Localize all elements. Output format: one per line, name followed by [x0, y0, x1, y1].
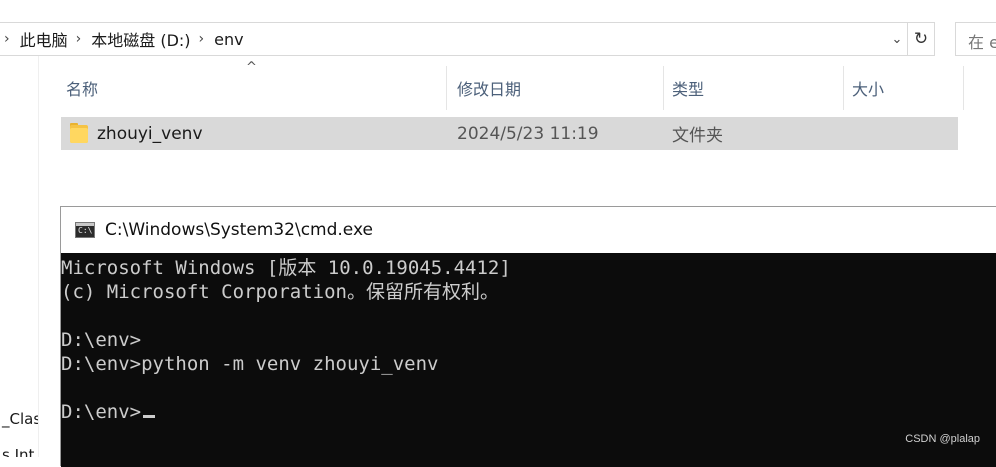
cmd-window[interactable]: C:\ C:\Windows\System32\cmd.exe Microsof…: [60, 206, 996, 467]
column-header-label: 类型: [672, 80, 705, 99]
column-headers: ^ 名称 修改日期 类型 大小: [60, 60, 965, 110]
breadcrumb-this-pc[interactable]: 此电脑: [20, 27, 68, 51]
address-bar-controls: ⌄ ↻: [887, 23, 934, 55]
console-icon[interactable]: C:\: [75, 222, 95, 238]
chevron-right-icon[interactable]: ›: [199, 31, 205, 47]
column-header-modified[interactable]: 修改日期: [451, 66, 663, 110]
file-type: 文件夹: [672, 126, 723, 146]
chevron-right-icon[interactable]: ›: [76, 31, 82, 47]
refresh-icon[interactable]: ↻: [907, 23, 934, 55]
search-input[interactable]: 在 e: [955, 22, 996, 56]
navigation-pane: _Clas s Int: [0, 56, 39, 457]
file-modified-date: 2024/5/23 11:19: [457, 123, 599, 144]
cmd-window-title: C:\Windows\System32\cmd.exe: [105, 220, 373, 240]
column-header-size[interactable]: 大小: [846, 66, 963, 110]
breadcrumb-env[interactable]: env: [214, 30, 243, 49]
file-row[interactable]: zhouyi_venv 2024/5/23 11:19 文件夹: [61, 117, 958, 150]
text-cursor: [143, 415, 156, 418]
folder-icon: [70, 123, 88, 143]
column-header-label: 修改日期: [457, 80, 522, 99]
console-line: Microsoft Windows [版本 10.0.19045.4412]: [61, 257, 511, 279]
ribbon-edge: [0, 0, 996, 23]
chevron-down-icon[interactable]: ⌄: [887, 32, 907, 47]
column-divider[interactable]: [446, 66, 447, 110]
console-prompt: D:\env>: [61, 401, 142, 423]
file-name: zhouyi_venv: [97, 123, 203, 144]
console-prompt-line: D:\env>: [61, 400, 996, 424]
chevron-right-icon[interactable]: ›: [4, 31, 10, 47]
address-bar[interactable]: › 此电脑 › 本地磁盘 (D:) › env ⌄ ↻: [0, 22, 935, 56]
breadcrumb-local-disk-d[interactable]: 本地磁盘 (D:): [91, 27, 190, 51]
column-header-type[interactable]: 类型: [666, 66, 843, 110]
console-line: D:\env>: [61, 329, 142, 351]
cmd-title-bar[interactable]: C:\ C:\Windows\System32\cmd.exe: [61, 207, 996, 253]
column-divider[interactable]: [663, 66, 664, 110]
nav-item[interactable]: _Clas: [2, 410, 38, 428]
column-divider[interactable]: [963, 66, 964, 110]
console-line: D:\env>python -m venv zhouyi_venv: [61, 353, 439, 375]
nav-item[interactable]: s Int: [2, 446, 34, 457]
column-header-label: 名称: [66, 80, 99, 99]
column-header-label: 大小: [852, 80, 885, 99]
column-divider[interactable]: [843, 66, 844, 110]
console-line: (c) Microsoft Corporation。保留所有权利。: [61, 281, 499, 303]
column-header-name[interactable]: 名称: [60, 66, 446, 110]
watermark: CSDN @plalap: [905, 433, 980, 445]
console-output[interactable]: Microsoft Windows [版本 10.0.19045.4412] (…: [61, 253, 996, 467]
